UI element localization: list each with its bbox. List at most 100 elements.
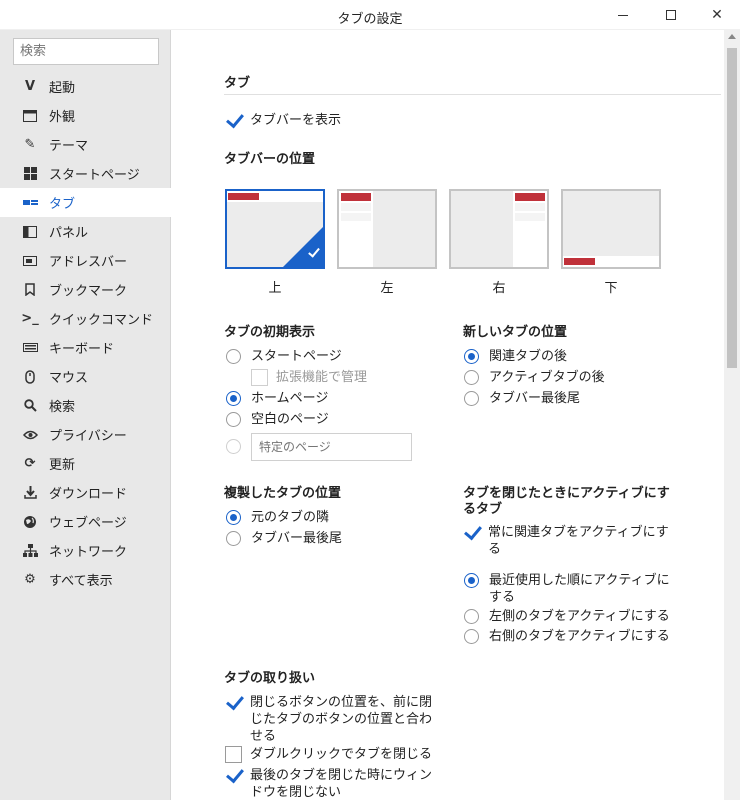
- option-blank-page[interactable]: 空白のページ: [226, 411, 329, 428]
- network-icon-svg: [22, 544, 38, 557]
- sidebar-item-keyboard[interactable]: キーボード: [0, 333, 171, 362]
- show-tabbar-option[interactable]: タブバーを表示: [225, 112, 341, 129]
- title-bar: タブの設定 ✕: [0, 0, 740, 30]
- keep-window-line1: 最後のタブを閉じた時にウィン: [250, 768, 433, 783]
- sidebar-item-downloads[interactable]: ダウンロード: [0, 478, 171, 507]
- option-duplicate-tabbar-end[interactable]: タブバー最後尾: [226, 530, 342, 547]
- sidebar-item-tabs[interactable]: タブ: [0, 188, 171, 217]
- sidebar-item-startup[interactable]: V 起動: [0, 72, 171, 101]
- tabbar-position-right[interactable]: [449, 189, 549, 269]
- tabbar-position-bottom[interactable]: [561, 189, 661, 269]
- sidebar-item-panel[interactable]: パネル: [0, 217, 171, 246]
- extension-managed-checkbox[interactable]: [251, 369, 268, 386]
- keyboard-icon: [22, 340, 38, 356]
- left-tab-label: 左側のタブをアクティブにする: [489, 609, 670, 624]
- sidebar-item-privacy[interactable]: プライバシー: [0, 420, 171, 449]
- tabbar-position-top[interactable]: [225, 189, 325, 269]
- after-active-radio[interactable]: [464, 370, 479, 385]
- home-page-radio[interactable]: [226, 391, 241, 406]
- home-page-label: ホームページ: [251, 391, 329, 406]
- maximize-icon: [666, 10, 676, 20]
- sidebar-item-mouse[interactable]: マウス: [0, 362, 171, 391]
- sidebar-item-webpages[interactable]: ウェブページ: [0, 507, 171, 536]
- blank-page-label: 空白のページ: [251, 412, 329, 427]
- option-specific-page[interactable]: [226, 438, 251, 454]
- option-home-page[interactable]: ホームページ: [226, 390, 328, 407]
- option-start-page[interactable]: スタートページ: [226, 348, 342, 365]
- specific-page-radio[interactable]: [226, 439, 241, 454]
- option-keep-window[interactable]: 最後のタブを閉じた時にウィン ドウを閉じない: [225, 767, 432, 800]
- search-input[interactable]: [13, 38, 159, 65]
- show-tabbar-checkbox[interactable]: [225, 112, 242, 129]
- sidebar-item-label: ネットワーク: [49, 545, 128, 560]
- option-extension-managed[interactable]: 拡張機能で管理: [251, 369, 367, 386]
- sidebar-item-bookmarks[interactable]: ブックマーク: [0, 275, 171, 304]
- option-next-to-original[interactable]: 元のタブの隣: [226, 509, 329, 526]
- sidebar-item-label: マウス: [49, 371, 89, 386]
- window-icon-svg: [23, 109, 37, 122]
- keep-window-line2: ドウを閉じない: [250, 785, 342, 800]
- double-click-close-checkbox[interactable]: [225, 746, 242, 763]
- keep-window-checkbox[interactable]: [225, 767, 242, 784]
- tab-icon: [22, 195, 38, 211]
- after-related-radio[interactable]: [464, 349, 479, 364]
- minimize-icon: [618, 14, 628, 16]
- settings-content: タブ タブバーを表示 タブバーの位置 上 左 右 下 タブの初期表示 スタートペ…: [172, 30, 722, 800]
- sidebar-item-label: すべて表示: [49, 574, 113, 589]
- sidebar-item-show-all[interactable]: ⚙ すべて表示: [0, 565, 171, 594]
- option-close-button-position[interactable]: 閉じるボタンの位置を、前に閉 じたタブのボタンの位置と合わ せる: [225, 694, 432, 745]
- option-always-related[interactable]: 常に関連タブをアクティブにす る: [463, 524, 669, 558]
- tabbar-position-title: タブバーの位置: [224, 152, 316, 167]
- sidebar-item-label: テーマ: [49, 139, 89, 154]
- vertical-scrollbar[interactable]: [724, 30, 740, 800]
- recent-order-radio[interactable]: [464, 573, 479, 588]
- sidebar-item-address-bar[interactable]: アドレスバー: [0, 246, 171, 275]
- tab-placeholder: [341, 213, 371, 221]
- tab-placeholder: [341, 203, 371, 211]
- sidebar-item-label: 起動: [49, 81, 76, 96]
- option-tabbar-end[interactable]: タブバー最後尾: [464, 390, 580, 407]
- sidebar-item-search[interactable]: 検索: [0, 391, 171, 420]
- active-tab-marker: [341, 193, 371, 201]
- option-recent-order[interactable]: 最近使用した順にアクティブに する: [464, 572, 670, 606]
- blank-page-radio[interactable]: [226, 412, 241, 427]
- tabbar-end-radio[interactable]: [464, 391, 479, 406]
- address-bar-icon: [22, 253, 38, 269]
- option-left-tab[interactable]: 左側のタブをアクティブにする: [464, 608, 670, 625]
- start-page-radio[interactable]: [226, 349, 241, 364]
- sidebar-item-appearance[interactable]: 外観: [0, 101, 171, 130]
- show-tabbar-label: タブバーを表示: [250, 113, 342, 128]
- close-button-position-checkbox[interactable]: [225, 694, 242, 711]
- maximize-button[interactable]: [648, 0, 694, 30]
- duplicate-tabbar-end-radio[interactable]: [226, 531, 241, 546]
- keep-window-label: 最後のタブを閉じた時にウィン ドウを閉じない: [250, 767, 432, 800]
- scroll-up-icon[interactable]: [728, 34, 736, 39]
- sidebar-item-start-page[interactable]: スタートページ: [0, 159, 171, 188]
- minimize-button[interactable]: [600, 0, 646, 30]
- network-icon: [22, 543, 38, 559]
- mouse-icon: [22, 369, 38, 385]
- sidebar-item-network[interactable]: ネットワーク: [0, 536, 171, 565]
- close-button[interactable]: ✕: [694, 0, 740, 30]
- sidebar-item-label: アドレスバー: [49, 255, 128, 270]
- tabbar-position-left[interactable]: [337, 189, 437, 269]
- sidebar-item-theme[interactable]: ✎ テーマ: [0, 130, 171, 159]
- after-active-label: アクティブタブの後: [489, 370, 605, 385]
- option-right-tab[interactable]: 右側のタブをアクティブにする: [464, 628, 670, 645]
- sidebar-item-label: キーボード: [49, 342, 115, 357]
- always-related-line1: 常に関連タブをアクティブにす: [488, 525, 669, 540]
- recent-order-line2: する: [489, 590, 516, 605]
- specific-page-input[interactable]: [251, 433, 412, 461]
- option-double-click-close[interactable]: ダブルクリックでタブを閉じる: [225, 746, 432, 763]
- option-after-active[interactable]: アクティブタブの後: [464, 369, 605, 386]
- sidebar-item-update[interactable]: ⟳ 更新: [0, 449, 171, 478]
- left-tab-radio[interactable]: [464, 609, 479, 624]
- right-tab-radio[interactable]: [464, 629, 479, 644]
- option-after-related[interactable]: 関連タブの後: [464, 348, 567, 365]
- scroll-thumb[interactable]: [727, 48, 737, 368]
- sidebar-item-quick-commands[interactable]: >_ クイックコマンド: [0, 304, 171, 333]
- handling-title: タブの取り扱い: [224, 671, 316, 686]
- next-to-original-radio[interactable]: [226, 510, 241, 525]
- double-click-close-label: ダブルクリックでタブを閉じる: [250, 747, 433, 762]
- always-related-checkbox[interactable]: [463, 524, 480, 541]
